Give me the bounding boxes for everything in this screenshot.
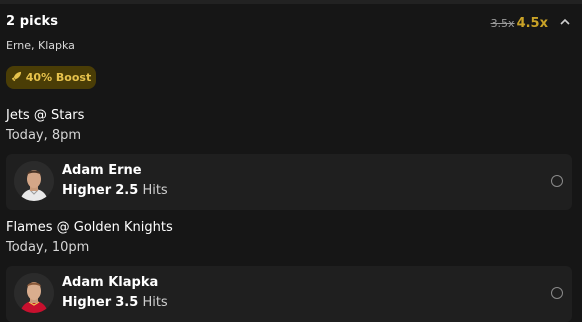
pick-stat: Hits	[142, 183, 168, 198]
player-name: Adam Erne	[62, 163, 142, 178]
boost-label: 40% Boost	[25, 71, 92, 84]
chevron-up-icon[interactable]	[558, 14, 572, 28]
pick-card[interactable]: Adam Klapka Higher 3.5 Hits	[6, 266, 572, 322]
game-time: Today, 8pm	[6, 128, 82, 143]
pick-line-value: 2.5	[115, 183, 139, 198]
payout-multiplier: 3.5x 4.5x	[491, 16, 548, 31]
game-time: Today, 10pm	[6, 240, 90, 255]
boosted-multiplier: 4.5x	[516, 16, 548, 31]
game-matchup: Flames @ Golden Knights	[6, 220, 173, 235]
boost-badge: 40% Boost	[6, 66, 96, 89]
top-divider	[0, 0, 582, 4]
pick-radio[interactable]	[551, 287, 563, 299]
pick-direction: Higher	[62, 295, 112, 310]
player-name: Adam Klapka	[62, 275, 159, 290]
pick-card[interactable]: Adam Erne Higher 2.5 Hits	[6, 154, 572, 210]
pick-direction: Higher	[62, 183, 112, 198]
picks-count-title: 2 picks	[6, 14, 59, 29]
pick-radio[interactable]	[551, 175, 563, 187]
player-avatar	[14, 161, 54, 201]
original-multiplier: 3.5x	[490, 17, 515, 30]
pick-line: Higher 2.5 Hits	[62, 183, 168, 198]
player-avatar	[14, 273, 54, 313]
pick-stat: Hits	[142, 295, 168, 310]
game-matchup: Jets @ Stars	[6, 108, 85, 123]
pick-line: Higher 3.5 Hits	[62, 295, 168, 310]
picked-players: Erne, Klapka	[6, 39, 75, 52]
pick-line-value: 3.5	[115, 295, 139, 310]
rocket-icon	[11, 71, 22, 85]
